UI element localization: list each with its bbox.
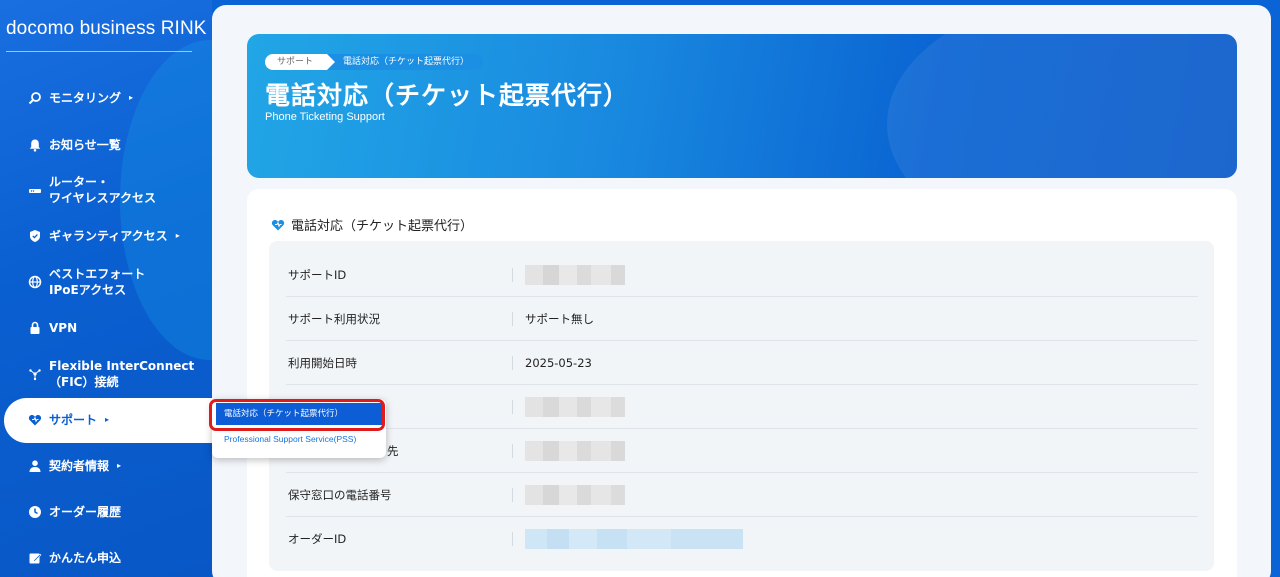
sidebar-item-easy-apply[interactable]: かんたん申込: [28, 550, 121, 566]
redacted-value: [525, 396, 625, 417]
breadcrumb-item-support[interactable]: サポート: [265, 54, 336, 70]
card-heading: 電話対応（チケット起票代行）: [271, 215, 473, 234]
row-divider: [512, 443, 513, 458]
table-row: [286, 385, 1198, 429]
sidebar-item-label: ルーター・ ワイヤレスアクセス: [49, 175, 157, 205]
page-header-banner: サポート 電話対応（チケット起票代行） 電話対応（チケット起票代行） Phone…: [247, 34, 1237, 178]
bell-icon: [28, 138, 42, 152]
edit-icon: [28, 551, 42, 565]
highlight-outline: [209, 399, 385, 431]
breadcrumb: サポート 電話対応（チケット起票代行）: [265, 54, 484, 70]
sidebar-item-label: お知らせ一覧: [49, 138, 121, 152]
sidebar-item-order-history[interactable]: オーダー履歴: [28, 504, 121, 520]
sidebar-item-label: VPN: [49, 321, 78, 335]
sidebar-item-router[interactable]: ルーター・ ワイヤレスアクセス: [28, 174, 156, 206]
submenu-item-pss[interactable]: Professional Support Service(PSS): [224, 434, 356, 444]
sidebar: docomo business RINK モニタリング ▸ お知らせ一覧 ルータ…: [0, 0, 300, 577]
row-label: 利用開始日時: [288, 355, 357, 370]
sidebar-item-fic[interactable]: Flexible InterConnect （FIC）接続: [28, 358, 194, 390]
sidebar-item-label: かんたん申込: [49, 551, 122, 565]
sidebar-item-notifications[interactable]: お知らせ一覧: [28, 137, 121, 153]
table-row: 利用開始日時 2025-05-23: [286, 341, 1198, 385]
redacted-value: [525, 264, 625, 285]
table-row: 保守窓口の電話番号: [286, 473, 1198, 517]
sidebar-item-label: モニタリング: [49, 91, 122, 105]
lock-icon: [28, 321, 42, 335]
redacted-value: [525, 484, 625, 505]
info-table: サポートID サポート利用状況 サポート無し 利用開始日時 2025-05-23: [269, 241, 1214, 571]
row-divider: [512, 355, 513, 370]
sidebar-item-label: 契約者情報: [49, 459, 110, 473]
row-divider: [512, 487, 513, 502]
chevron-right-icon: ▸: [117, 461, 122, 470]
sidebar-item-label: サポート: [49, 413, 98, 427]
detail-card: 電話対応（チケット起票代行） サポートID サポート利用状況 サポート無し 利用…: [247, 189, 1237, 577]
banner-decoration: [887, 34, 1237, 178]
row-label: サポートID: [288, 267, 347, 282]
sidebar-item-label: オーダー履歴: [49, 505, 122, 519]
clock-icon: [28, 505, 42, 519]
sidebar-item-label: ベストエフォート IPoEアクセス: [49, 267, 146, 297]
row-divider: [512, 311, 513, 326]
support-submenu: 電話対応（チケット起票代行） Professional Support Serv…: [209, 399, 386, 458]
support-heart-icon: [271, 218, 285, 232]
network-icon: [28, 367, 42, 381]
sidebar-item-label: Flexible InterConnect （FIC）接続: [49, 359, 195, 389]
sidebar-item-guaranteed-access[interactable]: ギャランティアクセス ▸: [28, 228, 180, 244]
page-title: 電話対応（チケット起票代行）: [265, 81, 630, 110]
sidebar-item-vpn[interactable]: VPN: [28, 320, 77, 336]
row-value: 2025-05-23: [525, 355, 592, 370]
row-divider: [512, 399, 513, 414]
breadcrumb-item-current: 電話対応（チケット起票代行）: [327, 54, 484, 70]
table-row: サポート利用状況 サポート無し: [286, 297, 1198, 341]
redacted-value: [525, 529, 743, 549]
shield-icon: [28, 229, 42, 243]
sidebar-item-contractor[interactable]: 契約者情報 ▸: [28, 458, 121, 474]
globe-icon: [28, 275, 42, 289]
redacted-value: [525, 440, 625, 461]
chevron-right-icon: ▸: [129, 93, 134, 102]
brand-divider: [6, 51, 192, 52]
person-icon: [28, 459, 42, 473]
support-heart-icon: [28, 413, 42, 427]
table-row: 先: [286, 429, 1198, 473]
table-row: オーダーID: [286, 517, 1198, 561]
page-subtitle: Phone Ticketing Support: [265, 111, 385, 123]
row-value: サポート無し: [525, 311, 594, 326]
sidebar-item-label: ギャランティアクセス: [49, 229, 168, 243]
row-label: オーダーID: [288, 532, 347, 546]
router-icon: [28, 183, 42, 197]
brand-logo[interactable]: docomo business RINK: [6, 18, 207, 40]
table-row: サポートID: [286, 253, 1198, 297]
chevron-right-icon: ▸: [175, 231, 180, 240]
sidebar-item-ipoe[interactable]: ベストエフォート IPoEアクセス: [28, 266, 145, 298]
sidebar-item-monitoring[interactable]: モニタリング ▸: [28, 90, 133, 106]
row-divider: [512, 267, 513, 282]
row-label: サポート利用状況: [288, 311, 380, 326]
row-label: 保守窓口の電話番号: [288, 487, 392, 502]
card-heading-label: 電話対応（チケット起票代行）: [291, 219, 474, 234]
main-panel: サポート 電話対応（チケット起票代行） 電話対応（チケット起票代行） Phone…: [212, 5, 1271, 577]
sidebar-item-support[interactable]: サポート ▸: [28, 412, 109, 428]
row-divider: [512, 532, 513, 546]
monitoring-search-icon: [28, 91, 42, 105]
chevron-right-icon: ▸: [105, 415, 110, 424]
